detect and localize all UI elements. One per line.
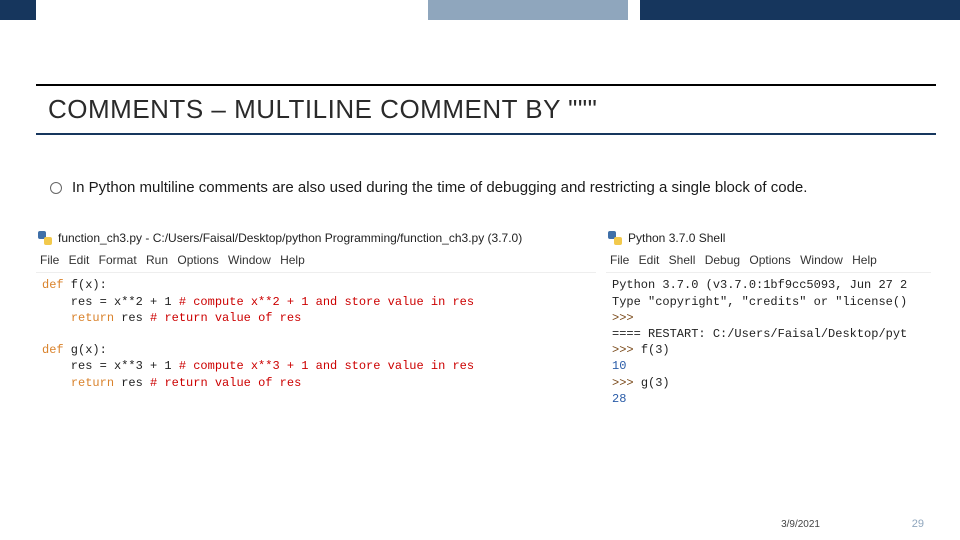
spacer [36,0,428,20]
python-icon [38,231,52,245]
shell-line: Type "copyright", "credits" or "license(… [612,295,907,309]
shell-input: g(3) [641,376,670,390]
keyword-return: return [71,376,114,390]
code: g(x): [64,343,107,357]
indent [42,376,71,390]
comment: # compute x**3 + 1 and store value in re… [179,359,474,373]
python-shell-window: Python 3.7.0 Shell File Edit Shell Debug… [606,228,931,411]
keyword-return: return [71,311,114,325]
shell-output: 28 [612,392,626,406]
indent [42,311,71,325]
code: res = x**3 + 1 [42,359,179,373]
window-titlebar: Python 3.7.0 Shell [606,228,931,250]
code-area: def f(x): res = x**2 + 1 # compute x**2 … [36,273,596,394]
idle-editor-window: function_ch3.py - C:/Users/Faisal/Deskto… [36,228,596,411]
screenshots-row: function_ch3.py - C:/Users/Faisal/Deskto… [36,228,936,411]
code: res [114,376,150,390]
code: res [114,311,150,325]
code: f(x): [64,278,107,292]
shell-area: Python 3.7.0 (v3.7.0:1bf9cc5093, Jun 27 … [606,273,931,411]
menu-bar: File Edit Shell Debug Options Window Hel… [606,250,931,273]
spacer [628,0,640,20]
footer-date: 3/9/2021 [781,519,820,530]
shell-line: ==== RESTART: C:/Users/Faisal/Desktop/py… [612,327,907,341]
accent-topbar [0,0,960,20]
accent-block-right [640,0,960,20]
comment: # compute x**2 + 1 and store value in re… [179,295,474,309]
keyword-def: def [42,343,64,357]
prompt: >>> [612,376,641,390]
accent-block-mid [428,0,628,20]
footer-page-number: 29 [912,518,924,530]
prompt: >>> [612,343,641,357]
slide-title: COMMENTS – MULTILINE COMMENT BY """ [48,94,928,125]
bullet-text: In Python multiline comments are also us… [72,178,807,198]
shell-input: f(3) [641,343,670,357]
window-title-text: function_ch3.py - C:/Users/Faisal/Deskto… [58,230,522,246]
keyword-def: def [42,278,64,292]
accent-block-left [0,0,36,20]
comment: # return value of res [150,376,301,390]
title-band: COMMENTS – MULTILINE COMMENT BY """ [36,84,936,135]
window-titlebar: function_ch3.py - C:/Users/Faisal/Deskto… [36,228,596,250]
comment: # return value of res [150,311,301,325]
menu-bar: File Edit Format Run Options Window Help [36,250,596,273]
bullet-icon [50,182,62,194]
bullet-item: In Python multiline comments are also us… [50,178,930,198]
code: res = x**2 + 1 [42,295,179,309]
python-icon [608,231,622,245]
shell-output: 10 [612,359,626,373]
prompt: >>> [612,311,641,325]
shell-line: Python 3.7.0 (v3.7.0:1bf9cc5093, Jun 27 … [612,278,907,292]
window-title-text: Python 3.7.0 Shell [628,230,725,246]
